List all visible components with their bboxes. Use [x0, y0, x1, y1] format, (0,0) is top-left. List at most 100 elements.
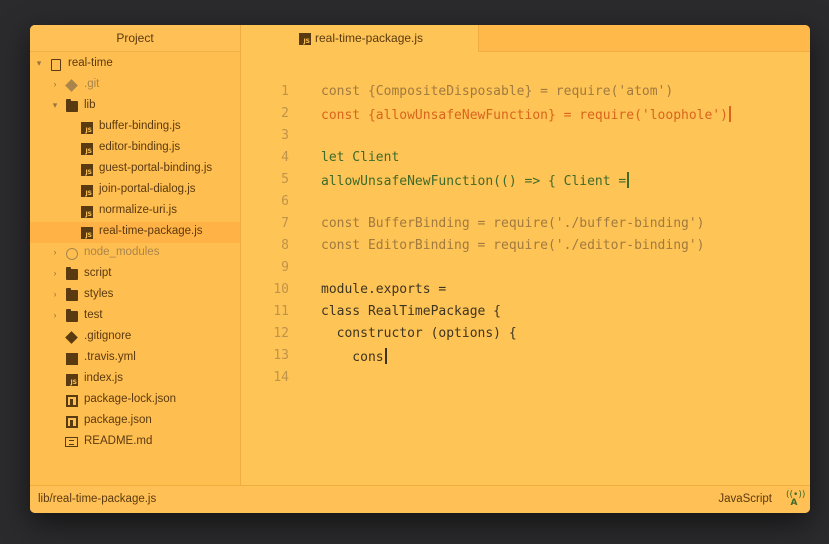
tree-item-normalize-uri[interactable]: JS normalize-uri.js — [30, 201, 240, 222]
line-content: const {allowUnsafeNewFunction} = require… — [321, 106, 731, 123]
tree-item-label: package-lock.json — [84, 393, 177, 405]
sidebar-title: Project — [30, 25, 240, 52]
tree-item-package-lock[interactable]: package-lock.json — [30, 390, 240, 411]
tree-item-node-modules[interactable]: › node_modules — [30, 243, 240, 264]
line-number: 5 — [281, 172, 289, 187]
line-number: 11 — [273, 304, 289, 319]
tree-item-label: styles — [84, 288, 114, 300]
tree-item-label: join-portal-dialog.js — [99, 183, 196, 195]
tree-item-label: editor-binding.js — [99, 141, 181, 153]
tree-item-styles[interactable]: › styles — [30, 285, 240, 306]
chevron-right-icon[interactable]: › — [50, 289, 60, 299]
js-file-icon: JS — [81, 206, 93, 218]
tree-item-test[interactable]: › test — [30, 306, 240, 327]
folder-icon — [66, 267, 78, 280]
package-icon — [66, 248, 78, 260]
js-file-icon: JS — [66, 374, 78, 386]
js-file-icon: JS — [81, 122, 93, 134]
code-line: 14 — [241, 368, 810, 390]
git-icon — [65, 331, 78, 344]
line-text: let Client — [321, 150, 400, 165]
js-file-icon: JS — [81, 143, 93, 155]
tree-item-label: package.json — [84, 414, 152, 426]
tree-item-guest-portal-binding[interactable]: JS guest-portal-binding.js — [30, 159, 240, 180]
travis-icon — [66, 353, 78, 365]
line-text: cons — [321, 350, 384, 365]
tree-item-label: .travis.yml — [84, 351, 136, 363]
line-text: class RealTimePackage { — [321, 304, 502, 319]
tree-item-label: .git — [84, 78, 100, 90]
tab-label: real-time-package.js — [315, 31, 424, 45]
tree-item-buffer-binding[interactable]: JS buffer-binding.js — [30, 117, 240, 138]
code-line: 8 const EditorBinding = require('./edito… — [241, 236, 810, 258]
code-line: 13 cons — [241, 346, 810, 368]
tree-item-package-json[interactable]: package.json — [30, 411, 240, 432]
line-text: constructor (options) { — [321, 326, 517, 341]
code-line: 12 constructor (options) { — [241, 324, 810, 346]
js-file-icon: JS — [81, 227, 93, 239]
tree-item-editor-binding[interactable]: JS editor-binding.js — [30, 138, 240, 159]
tab-bar: JS real-time-package.js — [241, 25, 810, 52]
chevron-right-icon[interactable]: › — [50, 247, 60, 257]
tree-item-label: index.js — [84, 372, 123, 384]
tree-item-travis[interactable]: .travis.yml — [30, 348, 240, 369]
text-cursor — [729, 106, 731, 122]
code-editor[interactable]: 1 const {CompositeDisposable} = require(… — [241, 52, 810, 485]
tree-item-git[interactable]: › .git — [30, 75, 240, 96]
status-bar: lib/real-time-package.js JavaScript ((•)… — [30, 485, 810, 513]
line-number: 14 — [273, 370, 289, 385]
tree-item-join-portal-dialog[interactable]: JS join-portal-dialog.js — [30, 180, 240, 201]
line-number: 6 — [281, 194, 289, 209]
chevron-down-icon[interactable]: ▾ — [50, 100, 60, 111]
line-number: 4 — [281, 150, 289, 165]
chevron-down-icon[interactable]: ▾ — [34, 58, 44, 69]
text-cursor — [627, 172, 630, 188]
tree-item-label: guest-portal-binding.js — [99, 162, 213, 174]
tree-item-label: README.md — [84, 435, 153, 447]
line-number: 1 — [281, 84, 289, 99]
line-text: const EditorBinding = require('./editor-… — [321, 238, 705, 253]
tree-item-index[interactable]: JS index.js — [30, 369, 240, 390]
status-language[interactable]: JavaScript — [718, 493, 772, 505]
line-text: const BufferBinding = require('./buffer-… — [321, 216, 705, 231]
chevron-right-icon[interactable]: › — [50, 79, 60, 89]
tab-real-time-package[interactable]: JS real-time-package.js — [241, 25, 479, 52]
status-file-path[interactable]: lib/real-time-package.js — [38, 493, 156, 505]
js-file-icon: JS — [81, 185, 93, 197]
editor-window: Project ▾ real-time › .git ▾ lib JS buff… — [30, 25, 810, 513]
code-line: 5 allowUnsafeNewFunction(() => { Client … — [241, 170, 810, 192]
line-number: 9 — [281, 260, 289, 275]
code-line: 9 — [241, 258, 810, 280]
line-content: cons — [321, 348, 387, 365]
line-number: 13 — [273, 348, 289, 363]
tree-root[interactable]: ▾ real-time — [30, 54, 240, 75]
code-line: 11 class RealTimePackage { — [241, 302, 810, 324]
code-line: 10 module.exports = — [241, 280, 810, 302]
chevron-right-icon[interactable]: › — [50, 310, 60, 320]
npm-icon — [66, 395, 78, 407]
broadcast-icon[interactable]: ((•)) A — [786, 491, 805, 508]
tree-item-real-time-package[interactable]: JS real-time-package.js — [30, 222, 240, 243]
folder-icon — [66, 99, 78, 112]
tree-item-label: node_modules — [84, 246, 160, 258]
tree-item-label: buffer-binding.js — [99, 120, 181, 132]
line-number: 7 — [281, 216, 289, 231]
tree-item-readme[interactable]: README.md — [30, 432, 240, 453]
npm-icon — [66, 416, 78, 428]
js-file-icon: JS — [81, 164, 93, 176]
tree-item-lib[interactable]: ▾ lib — [30, 96, 240, 117]
js-file-icon: JS — [299, 33, 311, 45]
line-number: 10 — [273, 282, 289, 297]
code-line-active: 2 const {allowUnsafeNewFunction} = requi… — [241, 104, 810, 126]
tree-item-script[interactable]: › script — [30, 264, 240, 285]
folder-icon — [66, 309, 78, 322]
chevron-right-icon[interactable]: › — [50, 268, 60, 278]
tree-item-gitignore[interactable]: .gitignore — [30, 327, 240, 348]
line-number: 8 — [281, 238, 289, 253]
tree-item-label: lib — [84, 99, 96, 111]
code-line: 1 const {CompositeDisposable} = require(… — [241, 82, 810, 104]
line-content: allowUnsafeNewFunction(() => { Client = — [321, 172, 630, 189]
tree-item-label: script — [84, 267, 112, 279]
line-text: allowUnsafeNewFunction(() => { Client = — [321, 174, 627, 189]
code-line: 3 — [241, 126, 810, 148]
